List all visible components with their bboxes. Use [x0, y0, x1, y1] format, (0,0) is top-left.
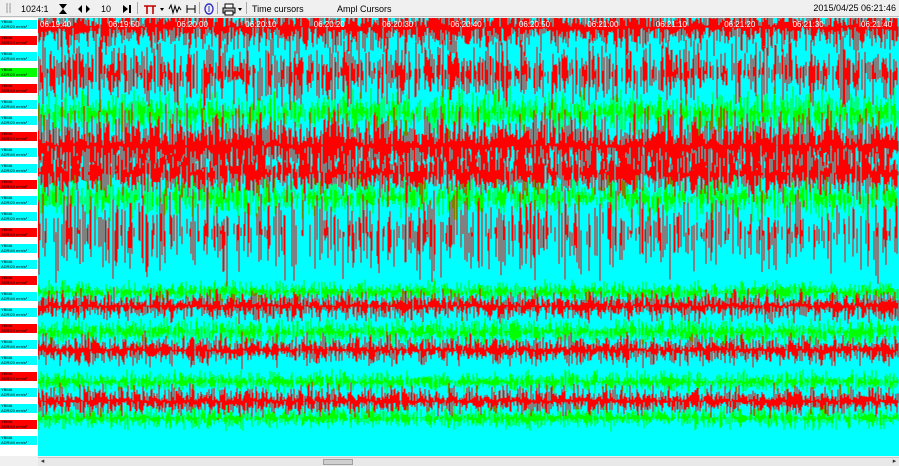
channel-label[interactable]: YBMA ADRI40 mm/s²: [0, 388, 37, 397]
time-tick-label: 06:20:30: [382, 20, 414, 29]
waveform-icon[interactable]: [167, 1, 182, 15]
time-tick-label: 06:20:10: [245, 20, 277, 29]
channel-label[interactable]: YBMA ADRI20 mm/s²: [0, 260, 37, 269]
channel-unit: ADRI40 mm/s²: [1, 183, 28, 189]
channel-label[interactable]: YBMA ADRI40 mm/s²: [0, 244, 37, 253]
channel-label[interactable]: YBMA ADRI20 mm/s²: [0, 372, 37, 381]
scroll-right-icon[interactable]: ▸: [890, 458, 899, 466]
toolbar-handle: [4, 1, 16, 15]
channel-label[interactable]: YBMA ADRI20 mm/s²: [0, 68, 37, 77]
channel-unit: ADRI20 mm/s²: [1, 119, 28, 125]
channel-label-panel: YBMA ADRI20 mm/s² YBMA ADRI20 mm/s² YBMA ADRI…: [0, 18, 38, 456]
print-dropdown-icon[interactable]: [236, 1, 243, 15]
channel-unit: ADRI40 mm/s²: [1, 55, 28, 61]
channel-unit: ADRI20 mm/s²: [1, 135, 28, 141]
channel-unit: ADRI40 mm/s²: [1, 439, 28, 445]
time-tick-label: 06:20:40: [451, 20, 483, 29]
hourglass-icon[interactable]: [56, 1, 68, 15]
channel-label[interactable]: YBMA ADRI40 mm/s²: [0, 292, 37, 301]
info-icon[interactable]: [202, 1, 214, 15]
channel-label[interactable]: YBMA ADRI20 mm/s²: [0, 196, 37, 205]
datetime-display: 2015/04/25 06:21:46: [813, 3, 896, 13]
channel-unit: ADRI20 mm/s²: [1, 39, 28, 45]
toolbar: 1024:1 10 Time cursors Ampl Cursors 2015…: [0, 0, 899, 17]
channel-label[interactable]: YBMA ADRI20 mm/s²: [0, 308, 37, 317]
channel-label[interactable]: YBMA ADRI20 mm/s²: [0, 212, 37, 221]
time-tick-label: 06:20:50: [519, 20, 551, 29]
cursor-marker-icon[interactable]: [141, 1, 157, 15]
channel-label[interactable]: YBMA ADRI40 mm/s²: [0, 100, 37, 109]
channel-label[interactable]: YBMA ADRI20 mm/s²: [0, 132, 37, 141]
time-tick-label: 06:19:40: [40, 20, 72, 29]
scroll-left-icon[interactable]: ◂: [38, 458, 47, 466]
time-tick-label: 06:21:40: [861, 20, 893, 29]
horizontal-zoom-icon[interactable]: [76, 1, 90, 15]
zoom-value[interactable]: 10: [100, 1, 112, 15]
channel-unit: ADRI40 mm/s²: [1, 103, 28, 109]
skip-end-icon[interactable]: [120, 1, 132, 15]
horizontal-scrollbar[interactable]: ◂ ▸: [38, 457, 899, 466]
channel-unit: ADRI20 mm/s²: [1, 199, 28, 205]
waveform-plot[interactable]: 06:19:40 06:19:50 06:20:00 06:20:10 06:20:20…: [38, 18, 899, 456]
dropdown-icon[interactable]: [158, 1, 165, 15]
channel-label[interactable]: YBMA ADRI40 mm/s²: [0, 180, 37, 189]
channel-label[interactable]: YBMA ADRI40 mm/s²: [0, 84, 37, 93]
channel-unit: ADRI40 mm/s²: [1, 423, 28, 429]
channel-unit: ADRI40 mm/s²: [1, 343, 28, 349]
channel-unit: ADRI20 mm/s²: [1, 167, 28, 173]
print-icon[interactable]: [221, 1, 236, 16]
channel-label[interactable]: YBMA ADRI20 mm/s²: [0, 36, 37, 45]
time-tick-label: 06:20:20: [314, 20, 346, 29]
channel-unit: ADRI40 mm/s²: [1, 151, 28, 157]
time-tick-label: 06:21:10: [656, 20, 688, 29]
scroll-thumb[interactable]: [323, 459, 353, 465]
channel-unit: ADRI40 mm/s²: [1, 231, 28, 237]
channel-unit: ADRI20 mm/s²: [1, 215, 28, 221]
channel-unit: ADRI20 mm/s²: [1, 71, 28, 77]
time-tick-label: 06:19:50: [108, 20, 140, 29]
channel-unit: ADRI40 mm/s²: [1, 279, 28, 285]
channel-unit: ADRI20 mm/s²: [1, 263, 28, 269]
channel-label[interactable]: YBMA ADRI40 mm/s²: [0, 52, 37, 61]
time-tick-label: 06:21:00: [587, 20, 619, 29]
fit-icon[interactable]: [184, 1, 196, 15]
channel-unit: ADRI20 mm/s²: [1, 23, 28, 29]
time-tick-label: 06:20:00: [177, 20, 209, 29]
channel-label[interactable]: YBMA ADRI20 mm/s²: [0, 404, 37, 413]
channel-label[interactable]: YBMA ADRI40 mm/s²: [0, 420, 37, 429]
time-cursors-button[interactable]: Time cursors: [251, 1, 305, 15]
time-tick-label: 06:21:30: [793, 20, 825, 29]
channel-unit: ADRI20 mm/s²: [1, 327, 28, 333]
channel-label[interactable]: YBMA ADRI20 mm/s²: [0, 356, 37, 365]
channel-label[interactable]: YBMA ADRI20 mm/s²: [0, 164, 37, 173]
channel-label[interactable]: YBMA ADRI40 mm/s²: [0, 228, 37, 237]
channel-unit: ADRI40 mm/s²: [1, 87, 28, 93]
time-tick-label: 06:21:20: [724, 20, 756, 29]
channel-label[interactable]: YBMA ADRI20 mm/s²: [0, 20, 37, 29]
channel-label[interactable]: YBMA ADRI40 mm/s²: [0, 436, 37, 445]
channel-unit: ADRI20 mm/s²: [1, 375, 28, 381]
channel-unit: ADRI40 mm/s²: [1, 247, 28, 253]
ampl-cursors-button[interactable]: Ampl Cursors: [336, 1, 393, 15]
channel-unit: ADRI40 mm/s²: [1, 295, 28, 301]
channel-label[interactable]: YBMA ADRI20 mm/s²: [0, 324, 37, 333]
channel-unit: ADRI20 mm/s²: [1, 407, 28, 413]
channel-label[interactable]: YBMA ADRI20 mm/s²: [0, 116, 37, 125]
channel-unit: ADRI20 mm/s²: [1, 359, 28, 365]
channel-label[interactable]: YBMA ADRI40 mm/s²: [0, 340, 37, 349]
channel-label[interactable]: YBMA ADRI40 mm/s²: [0, 276, 37, 285]
channel-label[interactable]: YBMA ADRI40 mm/s²: [0, 148, 37, 157]
channel-unit: ADRI20 mm/s²: [1, 311, 28, 317]
channel-unit: ADRI40 mm/s²: [1, 391, 28, 397]
ratio-display[interactable]: 1024:1: [20, 1, 50, 15]
